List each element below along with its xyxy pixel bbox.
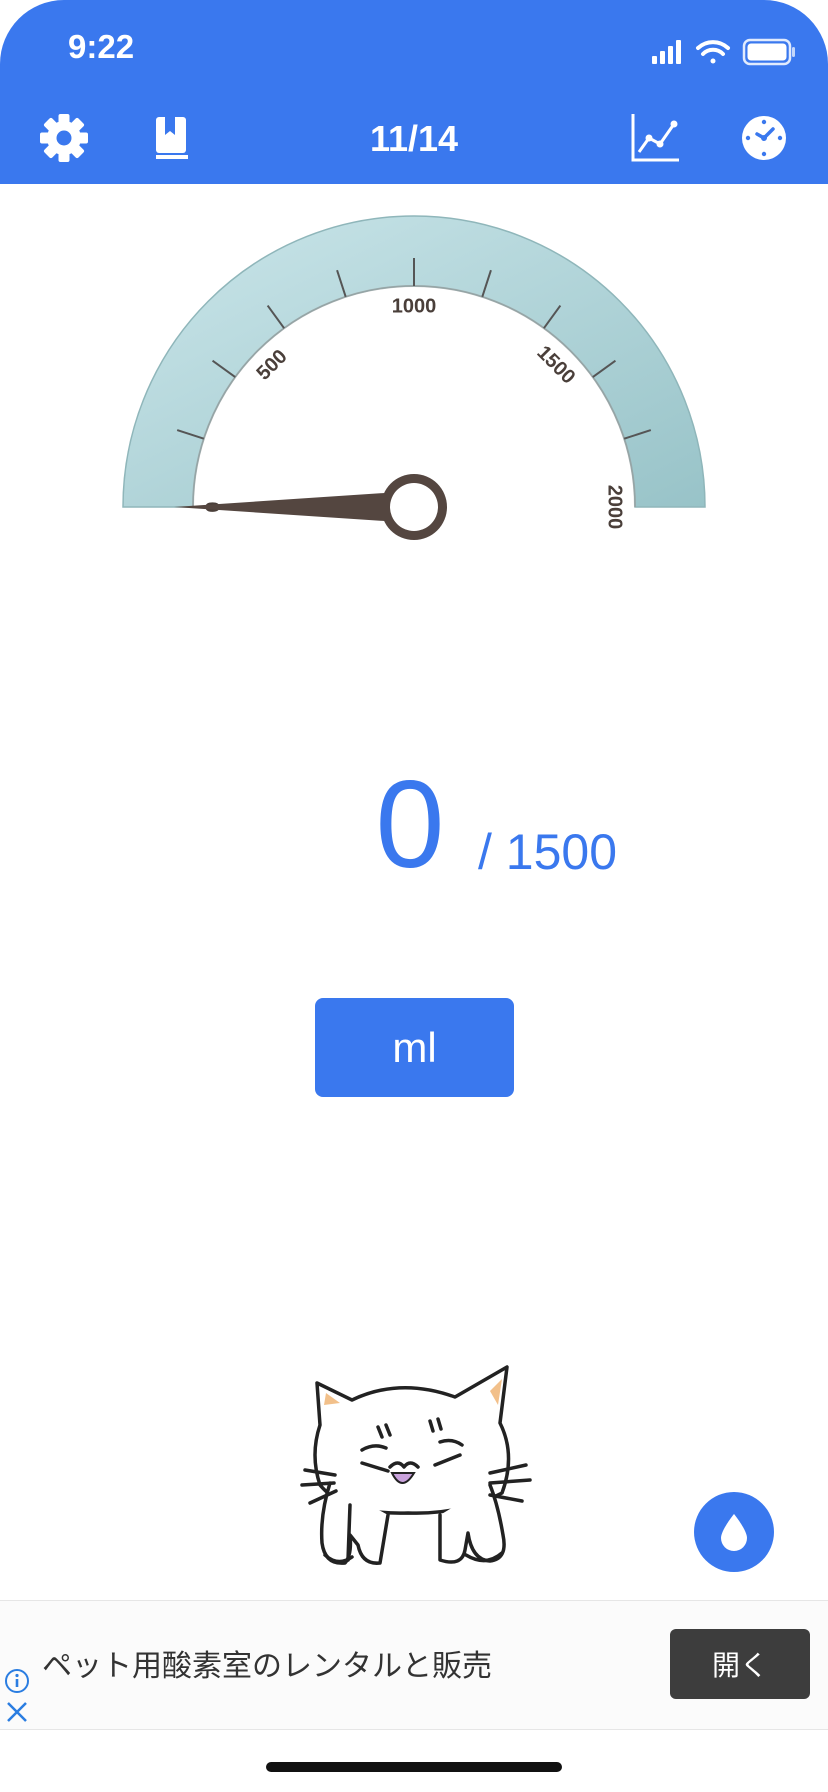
ad-banner[interactable]: ペット用酸素室のレンタルと販売 開く: [0, 1600, 828, 1730]
gauge-needle: [174, 491, 414, 523]
ad-text[interactable]: ペット用酸素室のレンタルと販売: [42, 1641, 492, 1685]
cat-illustration: [300, 1365, 532, 1565]
ad-open-button[interactable]: 開く: [670, 1629, 810, 1699]
book-icon: [156, 117, 188, 159]
clock-icon: [742, 116, 786, 160]
gear-icon: [40, 114, 88, 162]
graph-button[interactable]: [628, 110, 684, 166]
current-date: 11/14: [369, 118, 459, 159]
reminder-button[interactable]: [736, 110, 792, 166]
intake-gauge: 0500100015002000: [122, 215, 706, 540]
home-indicator: [266, 1762, 562, 1772]
add-water-button[interactable]: [694, 1492, 774, 1572]
needle-hub-center: [390, 483, 438, 531]
battery-icon: [742, 38, 795, 66]
status-icons: [652, 38, 795, 66]
signal-icon: [652, 40, 681, 64]
settings-button[interactable]: [36, 110, 92, 166]
line-chart-icon: [631, 114, 679, 162]
intake-reading: 0 / 1500: [0, 755, 828, 895]
current-intake: 0: [375, 756, 445, 894]
unit-button[interactable]: ml: [315, 998, 514, 1097]
status-time: 9:22: [68, 28, 135, 65]
app-header: 9:22 11/14: [0, 0, 828, 184]
intake-goal: / 1500: [478, 824, 618, 880]
gauge-label: 1000: [392, 295, 437, 317]
wifi-icon: [696, 40, 730, 64]
close-icon[interactable]: [4, 1699, 30, 1725]
info-icon[interactable]: [4, 1668, 30, 1694]
diary-button[interactable]: [144, 110, 200, 166]
gauge-label: 2000: [604, 485, 626, 530]
water-drop-icon: [721, 1514, 747, 1551]
